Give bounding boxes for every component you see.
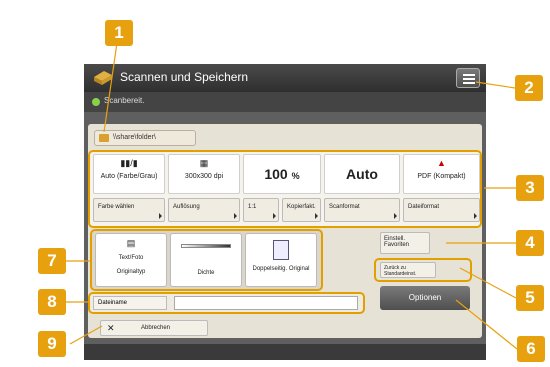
choose-color-button[interactable]: Farbe wählen	[93, 198, 165, 222]
destination-path-tab[interactable]: \\share\folder\	[94, 130, 196, 146]
status-indicator-icon	[92, 98, 100, 106]
resolution-button[interactable]: Auflösung	[168, 198, 240, 222]
title-bar: Scannen und Speichern	[84, 64, 486, 92]
one-to-one-button[interactable]: 1:1	[243, 198, 279, 222]
options-label: Optionen	[408, 293, 442, 302]
stage: Scannen und Speichern Scanbereit. \\shar…	[0, 0, 550, 367]
callout-badge: 5	[516, 285, 544, 311]
original-type-button[interactable]: ▤ Text/Foto Originaltyp	[95, 233, 167, 287]
file-format-button[interactable]: Dateiformat	[403, 198, 480, 222]
destination-path-label: \\share\folder\	[113, 134, 156, 141]
menu-button[interactable]	[456, 68, 480, 88]
one-to-one-label: 1:1	[248, 204, 257, 210]
file-name-button[interactable]: Dateiname	[93, 296, 167, 310]
favorites-label: Einstell. Favoriten	[384, 236, 410, 248]
file-format-display[interactable]: ▲ PDF (Kompakt)	[403, 154, 480, 194]
duplex-label: Doppelseitig. Original	[252, 266, 310, 272]
density-slider-icon	[181, 244, 231, 248]
menu-icon	[463, 74, 475, 76]
cancel-label: Abbrechen	[141, 325, 171, 331]
duplex-original-button[interactable]: Doppelseitig. Original	[245, 233, 317, 287]
zoom-value: 100	[264, 166, 288, 182]
choose-color-label: Farbe wählen	[98, 204, 135, 210]
file-name-field[interactable]	[174, 296, 358, 310]
color-mode-display[interactable]: ▮▮/▮ Auto (Farbe/Grau)	[93, 154, 165, 194]
quick-options-area: ▤ Text/Foto Originaltyp Dichte Doppelsei…	[90, 229, 323, 291]
resolution-icon: ▦	[199, 158, 209, 168]
copy-ratio-label: Kopierfakt.	[287, 204, 316, 210]
resolution-value: 300x300 dpi	[184, 173, 224, 180]
callout-badge: 1	[105, 20, 133, 46]
duplex-icon	[273, 240, 289, 260]
file-name-area: Dateiname	[88, 292, 365, 314]
scan-app-icon	[94, 71, 112, 85]
pdf-icon: ▲	[437, 158, 446, 168]
resolution-display[interactable]: ▦ 300x300 dpi	[168, 154, 240, 194]
bottom-strip	[84, 344, 486, 360]
callout-badge: 7	[38, 248, 66, 274]
copy-ratio-button[interactable]: Kopierfakt.	[282, 198, 321, 222]
favorites-button[interactable]: Einstell. Favoriten	[380, 232, 430, 254]
reset-defaults-button[interactable]: Zurück zu Standardeinst.	[380, 262, 436, 278]
status-bar: Scanbereit.	[84, 92, 486, 112]
cancel-button[interactable]: ✕ Abbrechen	[100, 320, 208, 336]
callout-badge: 2	[515, 75, 543, 101]
density-label: Dichte	[197, 270, 215, 276]
color-mode-icon: ▮▮/▮	[120, 158, 138, 168]
callout-badge: 4	[516, 230, 544, 256]
reset-area: Zurück zu Standardeinst.	[374, 258, 472, 282]
callout-badge: 3	[516, 175, 544, 201]
status-text: Scanbereit.	[104, 96, 145, 105]
zoom-unit: %	[291, 171, 300, 181]
scan-size-label: Scanformat	[329, 204, 360, 210]
reset-defaults-label: Zurück zu Standardeinst.	[384, 265, 417, 277]
scan-size-button[interactable]: Scanformat	[324, 198, 400, 222]
callout-badge: 8	[38, 289, 66, 315]
device-screen: Scannen und Speichern Scanbereit. \\shar…	[84, 64, 486, 360]
callout-badge: 6	[517, 336, 545, 362]
window-title: Scannen und Speichern	[120, 70, 249, 84]
callout-badge: 9	[38, 331, 66, 357]
scan-size-value: Auto	[346, 166, 378, 182]
density-button[interactable]: Dichte	[170, 233, 242, 287]
file-format-value: PDF (Kompakt)	[417, 173, 466, 180]
file-format-label: Dateiformat	[408, 204, 440, 210]
original-type-icon: ▤	[126, 238, 136, 248]
zoom-display[interactable]: 100 %	[243, 154, 321, 194]
color-mode-value: Auto (Farbe/Grau)	[100, 173, 158, 180]
text-photo-label: Text/Foto	[118, 255, 144, 261]
scan-size-display[interactable]: Auto	[324, 154, 400, 194]
resolution-label: Auflösung	[173, 204, 200, 210]
folder-icon	[99, 134, 109, 142]
original-type-label: Originaltyp	[116, 269, 146, 275]
scan-settings-area: ▮▮/▮ Auto (Farbe/Grau) ▦ 300x300 dpi 100…	[88, 150, 482, 228]
close-icon: ✕	[107, 323, 115, 333]
options-button[interactable]: Optionen	[380, 286, 470, 310]
file-name-label: Dateiname	[98, 300, 128, 306]
